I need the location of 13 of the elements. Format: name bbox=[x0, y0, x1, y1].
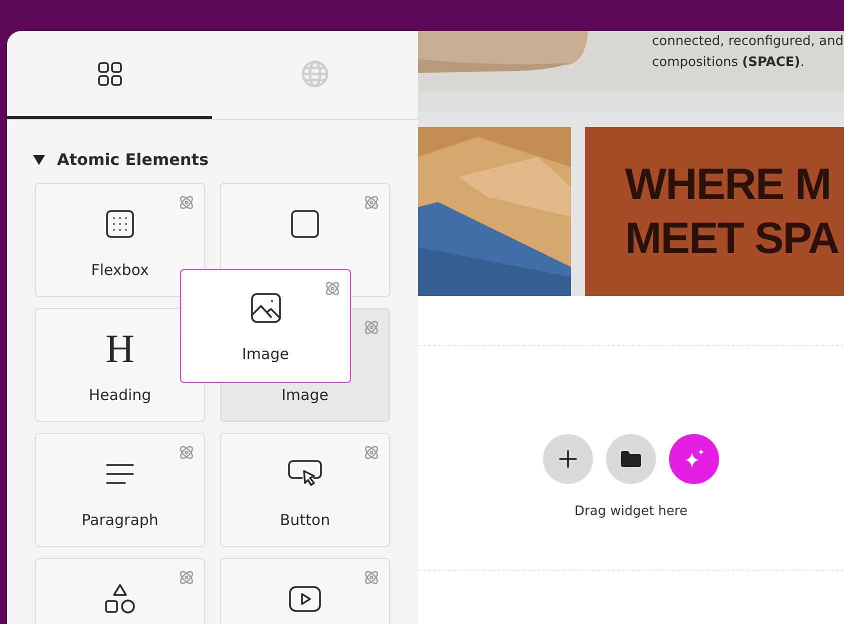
headline-text: WHERE M bbox=[625, 158, 832, 210]
section-title: Atomic Elements bbox=[57, 150, 209, 169]
intro-text: compositions (SPACE). bbox=[652, 54, 806, 72]
heading-icon: H bbox=[106, 333, 134, 365]
drop-hint: Drag widget here bbox=[574, 504, 688, 519]
headline-text: MEET SPA bbox=[625, 212, 840, 264]
widget-label: Heading bbox=[88, 386, 152, 404]
widget-label: Paragraph bbox=[82, 511, 158, 529]
widget-label: Button bbox=[280, 511, 330, 529]
widget-label: Image bbox=[282, 386, 328, 404]
widget-label: Image bbox=[242, 345, 289, 363]
widget-label: Flexbox bbox=[91, 261, 149, 279]
intro-text: connected, reconfigured, and bbox=[652, 33, 844, 51]
